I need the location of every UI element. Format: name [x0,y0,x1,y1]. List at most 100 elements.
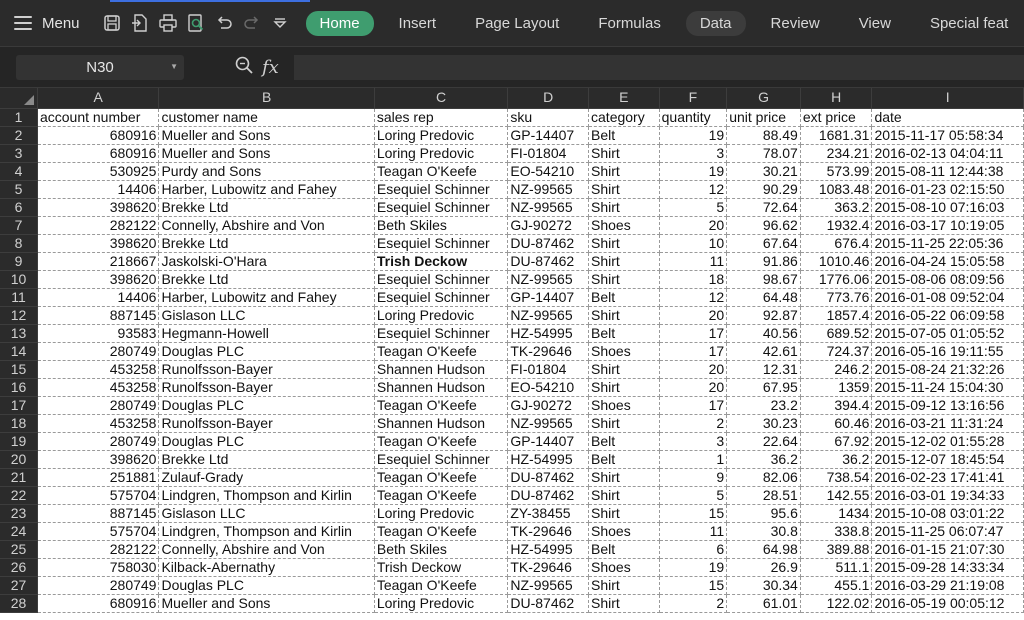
cell-a15[interactable]: 453258 [37,360,160,379]
cell-h17[interactable]: 394.4 [800,396,873,415]
tab-page-layout[interactable]: Page Layout [461,11,573,36]
formula-input[interactable] [294,55,1024,80]
cell-a6[interactable]: 398620 [37,198,160,217]
cell-g18[interactable]: 30.23 [726,414,801,433]
cell-c9[interactable]: Trish Deckow [374,252,509,271]
cell-c19[interactable]: Teagan O'Keefe [374,432,509,451]
cell-a12[interactable]: 887145 [37,306,160,325]
cell-g17[interactable]: 23.2 [726,396,801,415]
row-header[interactable]: 9 [0,252,38,271]
cell-b17[interactable]: Douglas PLC [158,396,375,415]
cell-d7[interactable]: GJ-90272 [507,216,590,235]
cell-d19[interactable]: GP-14407 [507,432,590,451]
cell-g10[interactable]: 98.67 [726,270,801,289]
cell-e14[interactable]: Shoes [588,342,660,361]
cell-d28[interactable]: DU-87462 [507,594,590,613]
cell-h7[interactable]: 1932.4 [800,216,873,235]
cell-h3[interactable]: 234.21 [800,144,873,163]
cell-a16[interactable]: 453258 [37,378,160,397]
cell-b2[interactable]: Mueller and Sons [158,126,375,145]
cell-c2[interactable]: Loring Predovic [374,126,509,145]
cell-b21[interactable]: Zulauf-Grady [158,468,375,487]
cell-i16[interactable]: 2015-11-24 15:04:30 [871,378,1024,397]
cell-f5[interactable]: 12 [659,180,728,199]
tab-formulas[interactable]: Formulas [584,11,675,36]
cell-a23[interactable]: 887145 [37,504,160,523]
cell-d22[interactable]: DU-87462 [507,486,590,505]
cell-g2[interactable]: 88.49 [726,126,801,145]
cell-i21[interactable]: 2016-02-23 17:41:41 [871,468,1024,487]
cell-h12[interactable]: 1857.4 [800,306,873,325]
name-box[interactable]: N30 ▼ [16,55,184,80]
cell-f15[interactable]: 20 [659,360,728,379]
cell-c26[interactable]: Trish Deckow [374,558,509,577]
cell-b25[interactable]: Connelly, Abshire and Von [158,540,375,559]
insert-function-icon[interactable]: fx [262,57,279,78]
cell-h11[interactable]: 773.76 [800,288,873,307]
menu-button[interactable]: Menu [0,0,80,46]
cell-b1[interactable]: customer name [158,108,375,127]
cell-b12[interactable]: Gislason LLC [158,306,375,325]
cell-g19[interactable]: 22.64 [726,432,801,451]
cell-c1[interactable]: sales rep [374,108,509,127]
cell-f16[interactable]: 20 [659,378,728,397]
cell-a10[interactable]: 398620 [37,270,160,289]
cell-a22[interactable]: 575704 [37,486,160,505]
cell-b18[interactable]: Runolfsson-Bayer [158,414,375,433]
cell-a11[interactable]: 14406 [37,288,160,307]
cell-e11[interactable]: Belt [588,288,660,307]
cell-h2[interactable]: 1681.31 [800,126,873,145]
cell-f8[interactable]: 10 [659,234,728,253]
cell-f25[interactable]: 6 [659,540,728,559]
cell-i9[interactable]: 2016-04-24 15:05:58 [871,252,1024,271]
row-header[interactable]: 16 [0,378,38,397]
column-header-h[interactable]: H [800,88,873,109]
cell-e23[interactable]: Shirt [588,504,660,523]
column-header-g[interactable]: G [726,88,801,109]
row-header[interactable]: 21 [0,468,38,487]
cell-e1[interactable]: category [588,108,660,127]
row-header[interactable]: 17 [0,396,38,415]
cell-b19[interactable]: Douglas PLC [158,432,375,451]
cell-b7[interactable]: Connelly, Abshire and Von [158,216,375,235]
cell-a8[interactable]: 398620 [37,234,160,253]
cell-g7[interactable]: 96.62 [726,216,801,235]
cell-b4[interactable]: Purdy and Sons [158,162,375,181]
cell-f23[interactable]: 15 [659,504,728,523]
cell-c24[interactable]: Teagan O'Keefe [374,522,509,541]
cell-d12[interactable]: NZ-99565 [507,306,590,325]
tab-data[interactable]: Data [685,10,746,36]
cell-c6[interactable]: Esequiel Schinner [374,198,509,217]
cell-c14[interactable]: Teagan O'Keefe [374,342,509,361]
cell-i17[interactable]: 2015-09-12 13:16:56 [871,396,1024,415]
row-header[interactable]: 20 [0,450,38,469]
cell-c13[interactable]: Esequiel Schinner [374,324,509,343]
cell-f7[interactable]: 20 [659,216,728,235]
cell-b16[interactable]: Runolfsson-Bayer [158,378,375,397]
cell-f6[interactable]: 5 [659,198,728,217]
cell-g8[interactable]: 67.64 [726,234,801,253]
cell-g20[interactable]: 36.2 [726,450,801,469]
cell-i14[interactable]: 2016-05-16 19:11:55 [871,342,1024,361]
cell-h9[interactable]: 1010.46 [800,252,873,271]
cell-g11[interactable]: 64.48 [726,288,801,307]
cell-d11[interactable]: GP-14407 [507,288,590,307]
print-preview-icon[interactable] [184,11,208,35]
cell-i24[interactable]: 2015-11-25 06:07:47 [871,522,1024,541]
cell-g14[interactable]: 42.61 [726,342,801,361]
cell-h25[interactable]: 389.88 [800,540,873,559]
row-header[interactable]: 23 [0,504,38,523]
cell-e19[interactable]: Belt [588,432,660,451]
row-header[interactable]: 6 [0,198,38,217]
row-header[interactable]: 26 [0,558,38,577]
cell-b14[interactable]: Douglas PLC [158,342,375,361]
cell-e8[interactable]: Shirt [588,234,660,253]
cell-a28[interactable]: 680916 [37,594,160,613]
cell-g23[interactable]: 95.6 [726,504,801,523]
cell-d5[interactable]: NZ-99565 [507,180,590,199]
column-header-e[interactable]: E [588,88,660,109]
cell-i12[interactable]: 2016-05-22 06:09:58 [871,306,1024,325]
cell-a14[interactable]: 280749 [37,342,160,361]
cell-h1[interactable]: ext price [800,108,873,127]
cell-e4[interactable]: Shirt [588,162,660,181]
